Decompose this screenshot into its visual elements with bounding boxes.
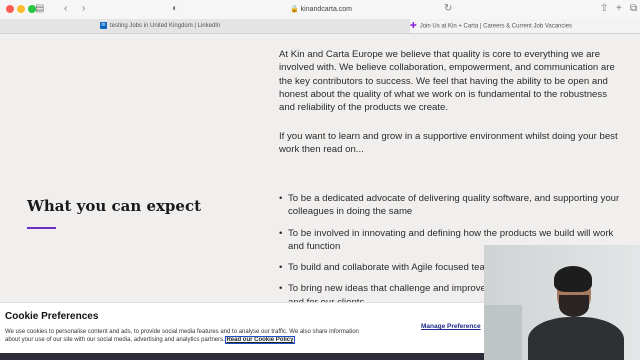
- forward-icon[interactable]: ›: [82, 3, 85, 15]
- cookie-title: Cookie Preferences: [5, 311, 99, 322]
- privacy-shield-icon[interactable]: ◐: [172, 3, 178, 15]
- address-text: kinandcarta.com: [300, 6, 353, 13]
- webcam-overlay: [484, 245, 640, 360]
- tab-kin-carta[interactable]: ✚ Join Us at Kin + Carta | Careers & Curr…: [410, 19, 640, 33]
- cookie-text: We use cookies to personalise content an…: [5, 328, 360, 344]
- list-item-text: To bring new ideas that challenge and im…: [288, 283, 486, 295]
- sidebar-icon[interactable]: ▤: [35, 3, 44, 15]
- presenter-hair: [554, 266, 592, 292]
- intro-paragraph: At Kin and Carta Europe we believe that …: [279, 49, 615, 114]
- presenter-beard: [559, 295, 589, 317]
- lock-icon: 🔒: [289, 6, 299, 13]
- tab-linkedin[interactable]: in testing Jobs in United Kingdom | Linke…: [100, 19, 300, 33]
- minimize-window-button[interactable]: [17, 5, 25, 13]
- close-window-button[interactable]: [6, 5, 14, 13]
- cookie-policy-link[interactable]: Read our Cookie Policy: [225, 336, 295, 344]
- list-item: To be a dedicated advocate of delivering…: [279, 192, 624, 219]
- intro-paragraph-2: If you want to learn and grow in a suppo…: [279, 131, 618, 156]
- browser-toolbar: ▤ ‹ › ◐ 🔒 kinandcarta.com ↻ ⇧ + ⧉: [0, 0, 640, 20]
- linkedin-icon: in: [100, 21, 107, 29]
- tab-label: testing Jobs in United Kingdom | LinkedI…: [110, 23, 221, 29]
- webcam-shelf: [484, 305, 522, 360]
- new-tab-icon[interactable]: +: [616, 3, 622, 15]
- kin-carta-icon: ✚: [410, 21, 417, 30]
- reload-icon[interactable]: ↻: [444, 3, 452, 15]
- tab-overview-icon[interactable]: ⧉: [630, 3, 637, 15]
- share-icon[interactable]: ⇧: [600, 3, 608, 15]
- address-bar[interactable]: 🔒 kinandcarta.com: [256, 3, 386, 16]
- presenter-body: [528, 317, 624, 360]
- back-icon[interactable]: ‹: [64, 3, 67, 15]
- cookie-body: We use cookies to personalise content an…: [5, 329, 359, 343]
- tab-bar: in testing Jobs in United Kingdom | Linke…: [0, 19, 640, 34]
- title-accent-line: [27, 227, 56, 229]
- tab-label: Join Us at Kin + Carta | Careers & Curre…: [419, 23, 573, 30]
- section-title: What you can expect: [27, 197, 202, 215]
- manage-preferences-link[interactable]: Manage Preference: [421, 323, 481, 330]
